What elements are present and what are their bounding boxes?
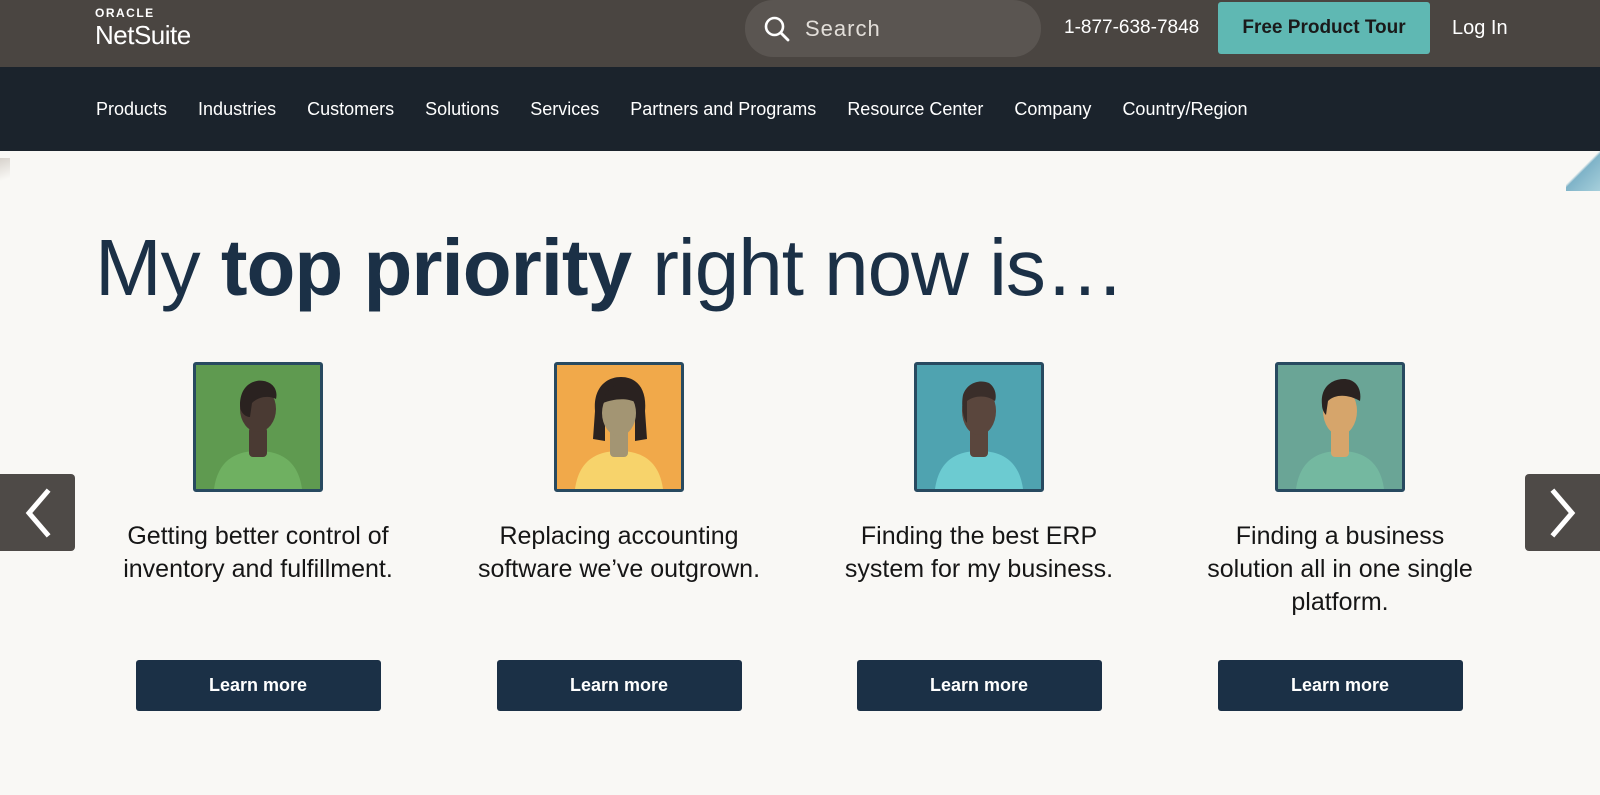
nav-item-resource-center[interactable]: Resource Center (847, 99, 983, 120)
priority-card: Finding a business solution all in one s… (1195, 362, 1485, 711)
nav-item-services[interactable]: Services (530, 99, 599, 120)
corner-decoration (1566, 151, 1600, 191)
page-title: My top priority right now is… (95, 220, 1125, 316)
priority-card: Finding the best ERP system for my busin… (834, 362, 1124, 711)
free-product-tour-button[interactable]: Free Product Tour (1218, 2, 1430, 54)
learn-more-button[interactable]: Learn more (135, 660, 381, 711)
logo-netsuite-text: NetSuite (95, 20, 191, 50)
search-icon (764, 16, 790, 41)
chevron-left-icon (25, 487, 51, 538)
edge-decoration (0, 158, 10, 188)
nav-item-customers[interactable]: Customers (307, 99, 394, 120)
netsuite-logo[interactable]: ORACLE NetSuite (95, 6, 191, 50)
headline-end: right now is… (631, 223, 1125, 312)
nav-item-solutions[interactable]: Solutions (425, 99, 499, 120)
search-placeholder: Search (805, 15, 881, 41)
learn-more-button[interactable]: Learn more (496, 660, 742, 711)
headline-start: My (95, 223, 221, 312)
person-illustration (554, 362, 684, 492)
card-text: Finding the best ERP system for my busin… (844, 522, 1114, 583)
card-text: Getting better control of inventory and … (123, 522, 393, 583)
chevron-right-icon (1549, 487, 1575, 538)
carousel-prev-button[interactable] (0, 474, 75, 551)
logo-oracle-text: ORACLE (95, 6, 155, 20)
carousel-next-button[interactable] (1525, 474, 1600, 551)
nav-item-country-region[interactable]: Country/Region (1122, 99, 1247, 120)
nav-item-products[interactable]: Products (96, 99, 167, 120)
card-text: Finding a business solution all in one s… (1207, 522, 1473, 616)
person-illustration (1275, 362, 1405, 492)
learn-more-button[interactable]: Learn more (1217, 660, 1463, 711)
card-text: Replacing accounting software we’ve outg… (477, 522, 761, 583)
headline-bold: top priority (220, 223, 632, 312)
nav-item-industries[interactable]: Industries (198, 99, 276, 120)
phone-number[interactable]: 1-877-638-7848 (1064, 16, 1199, 40)
learn-more-button[interactable]: Learn more (856, 660, 1102, 711)
top-bar: ORACLE NetSuite Search 1-877-638-7848 Fr… (0, 0, 1600, 67)
person-illustration (193, 362, 323, 492)
nav-item-company[interactable]: Company (1014, 99, 1091, 120)
priority-card: Getting better control of inventory and … (113, 362, 403, 711)
search-input[interactable]: Search (745, 0, 1041, 57)
nav-item-partners-and-programs[interactable]: Partners and Programs (630, 99, 816, 120)
priority-card: Replacing accounting software we’ve outg… (474, 362, 764, 711)
login-link[interactable]: Log In (1452, 15, 1508, 41)
person-illustration (914, 362, 1044, 492)
main-nav: Products Industries Customers Solutions … (0, 67, 1600, 151)
